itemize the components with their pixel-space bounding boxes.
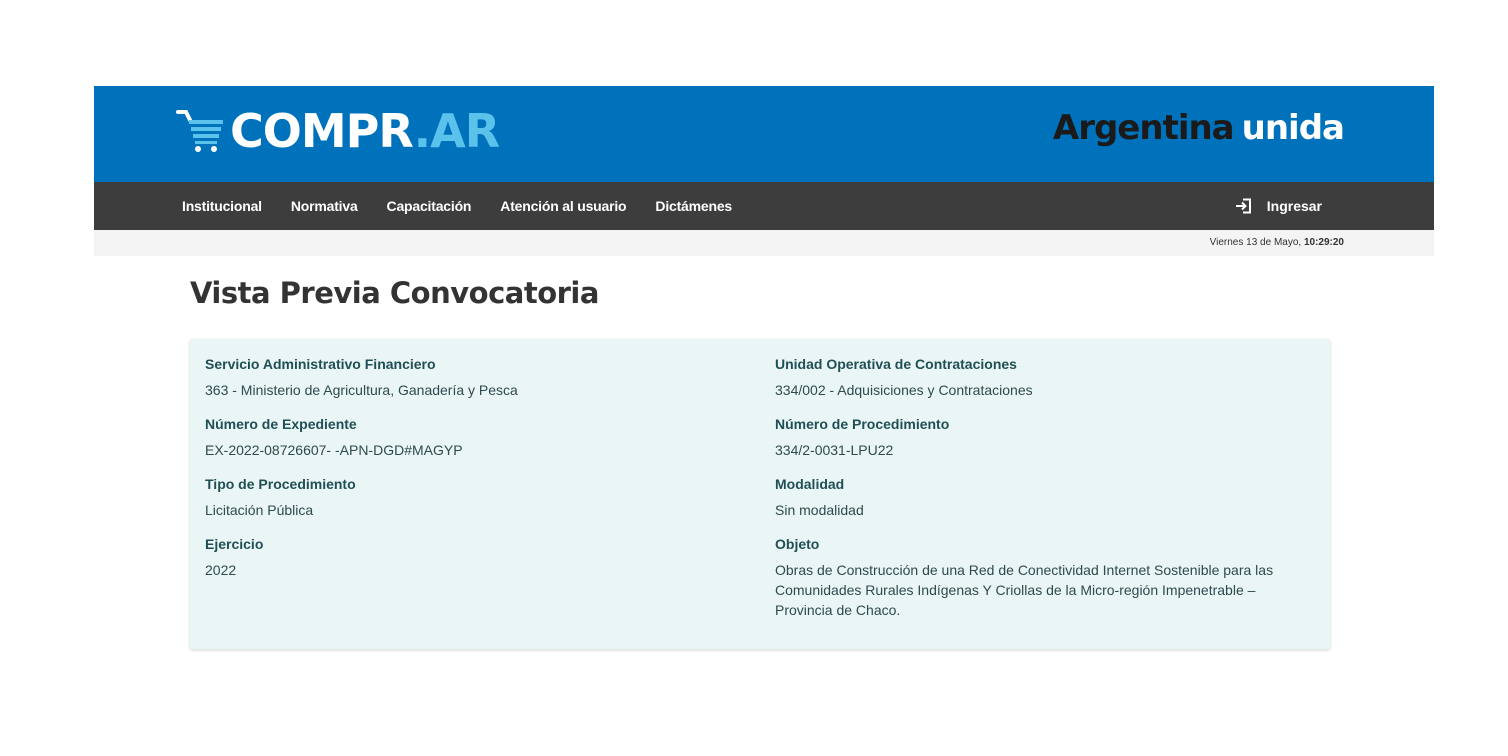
field-label: Servicio Administrativo Financiero: [205, 356, 436, 372]
header-bar: COMPR.AR Argentina unida: [94, 86, 1434, 182]
field-value: 334/002 - Adquisiciones y Contrataciones: [775, 382, 1033, 398]
nav-item-normativa[interactable]: Normativa: [291, 198, 358, 214]
page-title: Vista Previa Convocatoria: [190, 276, 599, 310]
field-label: Unidad Operativa de Contrataciones: [775, 356, 1017, 372]
login-icon: [1235, 198, 1251, 214]
login-button[interactable]: Ingresar: [1235, 182, 1322, 230]
cart-icon: [176, 110, 223, 152]
field-value: 2022: [205, 562, 237, 578]
page-frame: COMPR.AR Argentina unida Institucional No…: [94, 86, 1434, 256]
field-value: Sin modalidad: [775, 502, 864, 518]
field-label: Número de Procedimiento: [775, 416, 950, 432]
main-nav: Institucional Normativa Capacitación Ate…: [94, 182, 1434, 230]
nav-items: Institucional Normativa Capacitación Ate…: [182, 182, 761, 230]
field-label: Modalidad: [775, 476, 845, 492]
argentina-unida-brand: Argentina unida: [1052, 108, 1345, 148]
field-unidad-operativa: Unidad Operativa de Contrataciones 334/0…: [775, 355, 1295, 415]
field-value: 334/2-0031-LPU22: [775, 442, 894, 458]
nav-item-atencion-usuario[interactable]: Atención al usuario: [500, 198, 626, 214]
current-datetime: Viernes 13 de Mayo, 10:29:20: [1210, 237, 1344, 248]
field-objeto: Objeto Obras de Construcción de una Red …: [775, 535, 1295, 618]
field-ejercicio: Ejercicio 2022: [205, 535, 745, 595]
comprar-logo[interactable]: COMPR.AR: [176, 104, 500, 158]
nav-item-dictamenes[interactable]: Dictámenes: [655, 198, 732, 214]
nav-item-capacitacion[interactable]: Capacitación: [387, 198, 472, 214]
field-modalidad: Modalidad Sin modalidad: [775, 475, 1295, 535]
brand-text-unida: unida: [1241, 108, 1345, 148]
field-label: Ejercicio: [205, 536, 264, 552]
brand-text-argentina: Argentina: [1052, 108, 1235, 148]
field-value: EX-2022-08726607- -APN-DGD#MAGYP: [205, 442, 463, 458]
convocatoria-details-card: Servicio Administrativo Financiero 363 -…: [190, 339, 1330, 649]
field-tipo-procedimiento: Tipo de Procedimiento Licitación Pública: [205, 475, 745, 535]
field-label: Objeto: [775, 536, 820, 552]
logo-wordmark: COMPR.AR: [230, 104, 500, 158]
nav-item-institucional[interactable]: Institucional: [182, 198, 262, 214]
field-label: Tipo de Procedimiento: [205, 476, 356, 492]
field-value: 363 - Ministerio de Agricultura, Ganader…: [205, 382, 518, 398]
login-label: Ingresar: [1266, 198, 1322, 214]
field-servicio-administrativo: Servicio Administrativo Financiero 363 -…: [205, 355, 745, 415]
field-value: Licitación Pública: [205, 502, 314, 518]
field-label: Número de Expediente: [205, 416, 357, 432]
field-value: Obras de Construcción de una Red de Cone…: [775, 562, 1274, 618]
logo-accent-text: .AR: [413, 104, 500, 158]
time-text: 10:29:20: [1303, 237, 1344, 248]
logo-main-text: COMPR: [230, 104, 415, 158]
details-right-column: Unidad Operativa de Contrataciones 334/0…: [775, 355, 1295, 618]
details-left-column: Servicio Administrativo Financiero 363 -…: [205, 355, 745, 595]
date-text: Viernes 13 de Mayo,: [1209, 237, 1304, 248]
date-bar: Viernes 13 de Mayo, 10:29:20: [94, 230, 1434, 256]
field-numero-procedimiento: Número de Procedimiento 334/2-0031-LPU22: [775, 415, 1295, 475]
field-numero-expediente: Número de Expediente EX-2022-08726607- -…: [205, 415, 745, 475]
